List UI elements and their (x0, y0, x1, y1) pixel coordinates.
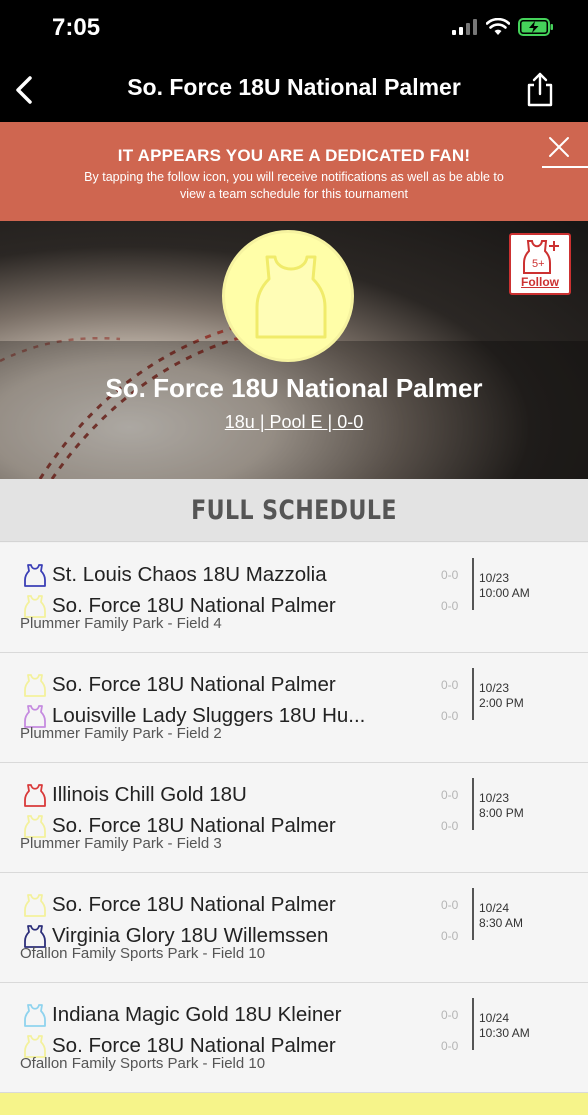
game-row[interactable]: St. Louis Chaos 18U Mazzolia So. Force 1… (0, 543, 588, 653)
game-row[interactable]: So. Force 18U National Palmer Louisville… (0, 653, 588, 763)
game-venue: Plummer Family Park - Field 4 (20, 615, 222, 632)
team-score: 0-0 (441, 819, 459, 833)
cellular-signal-icon (452, 19, 477, 35)
team-hero: 5+ Follow So. Force 18U National Palmer … (0, 221, 588, 479)
team-row: St. Louis Chaos 18U Mazzolia (24, 560, 327, 590)
follow-jersey-icon: 5+ (523, 240, 559, 274)
navigation-bar: So. Force 18U National Palmer (0, 58, 588, 122)
wifi-icon (486, 18, 510, 35)
jersey-icon (24, 894, 46, 917)
jersey-icon (24, 674, 46, 697)
dedicated-fan-banner: IT APPEARS YOU ARE A DEDICATED FAN! By t… (0, 122, 588, 221)
team-row: So. Force 18U National Palmer (24, 890, 336, 920)
team-jersey-avatar (222, 230, 354, 362)
team-score: 0-0 (441, 929, 459, 943)
jersey-shape (24, 674, 46, 697)
game-venue: Ofallon Family Sports Park - Field 10 (20, 1055, 266, 1072)
follow-button[interactable]: 5+ Follow (509, 233, 571, 295)
page-title: So. Force 18U National Palmer (127, 74, 461, 100)
team-name: So. Force 18U National Palmer (105, 373, 483, 403)
team-name: Illinois Chill Gold 18U (52, 783, 247, 806)
jersey-icon (255, 255, 327, 339)
game-date: 10/24 (479, 1011, 510, 1025)
status-icons (452, 18, 554, 36)
team-division-pool-record[interactable]: 18u | Pool E | 0-0 (0, 412, 588, 433)
banner-text: By tapping the follow icon, you will rec… (84, 170, 504, 201)
follow-label: Follow (521, 275, 559, 289)
jersey-shape (24, 815, 46, 838)
back-button[interactable] (8, 70, 44, 110)
jersey-shape (24, 1004, 46, 1027)
divider (472, 998, 474, 1050)
status-bar: 7:05 (0, 0, 588, 58)
team-score: 0-0 (441, 568, 459, 582)
banner-close-underline (542, 166, 588, 168)
jersey-icon (24, 1004, 46, 1027)
team-score: 0-0 (441, 709, 459, 723)
battery-charging-icon (518, 18, 553, 36)
game-time: 10:00 AM (479, 586, 530, 600)
game-row[interactable]: So. Force 18U National Palmer Virginia G… (0, 873, 588, 983)
game-time: 2:00 PM (479, 696, 524, 710)
team-score: 0-0 (441, 788, 459, 802)
jersey-shape (24, 595, 46, 618)
team-name: St. Louis Chaos 18U Mazzolia (52, 563, 327, 586)
jersey-shape (24, 894, 46, 917)
game-date: 10/23 (479, 791, 510, 805)
jersey-shape (24, 925, 46, 948)
team-score: 0-0 (441, 678, 459, 692)
share-icon (527, 72, 553, 107)
share-button[interactable] (522, 70, 558, 110)
jersey-shape (24, 564, 46, 587)
game-date: 10/24 (479, 901, 510, 915)
team-name: So. Force 18U National Palmer (52, 673, 336, 696)
follow-badge: 5+ (532, 258, 545, 270)
banner-title: IT APPEARS YOU ARE A DEDICATED FAN! (117, 146, 471, 165)
divider (472, 558, 474, 610)
game-time: 8:30 AM (479, 916, 524, 930)
team-row: Illinois Chill Gold 18U (24, 780, 247, 810)
game-time: 10:30 AM (479, 1026, 530, 1040)
team-row: Indiana Magic Gold 18U Kleiner (24, 1000, 341, 1030)
section-title: FULL SCHEDULE (191, 495, 397, 526)
banner-close-button[interactable] (536, 130, 582, 166)
full-schedule-header: FULL SCHEDULE (0, 479, 588, 542)
schedule-list: St. Louis Chaos 18U Mazzolia So. Force 1… (0, 543, 588, 1093)
team-name: Indiana Magic Gold 18U Kleiner (52, 1003, 342, 1026)
divider (472, 668, 474, 720)
divider (472, 888, 474, 940)
game-row[interactable]: Indiana Magic Gold 18U Kleiner So. Force… (0, 983, 588, 1093)
team-name: So. Force 18U National Palmer (52, 893, 336, 916)
jersey-icon (24, 564, 46, 587)
game-date: 10/23 (479, 681, 510, 695)
jersey-shape (24, 705, 46, 728)
team-score: 0-0 (441, 1008, 459, 1022)
game-venue: Ofallon Family Sports Park - Field 10 (20, 945, 266, 962)
bottom-bar (0, 1093, 588, 1115)
status-time: 7:05 (52, 14, 101, 41)
team-score: 0-0 (441, 599, 459, 613)
game-date: 10/23 (479, 571, 510, 585)
divider (472, 778, 474, 830)
game-venue: Plummer Family Park - Field 3 (20, 835, 222, 852)
close-icon (549, 137, 569, 157)
game-venue: Plummer Family Park - Field 2 (20, 725, 222, 742)
game-time: 8:00 PM (479, 806, 524, 820)
game-row[interactable]: Illinois Chill Gold 18U So. Force 18U Na… (0, 763, 588, 873)
jersey-shape (24, 784, 46, 807)
jersey-icon (24, 784, 46, 807)
chevron-left-icon (16, 76, 32, 104)
team-score: 0-0 (441, 898, 459, 912)
jersey-shape (24, 1035, 46, 1058)
team-score: 0-0 (441, 1039, 459, 1053)
team-row: So. Force 18U National Palmer (24, 670, 336, 700)
